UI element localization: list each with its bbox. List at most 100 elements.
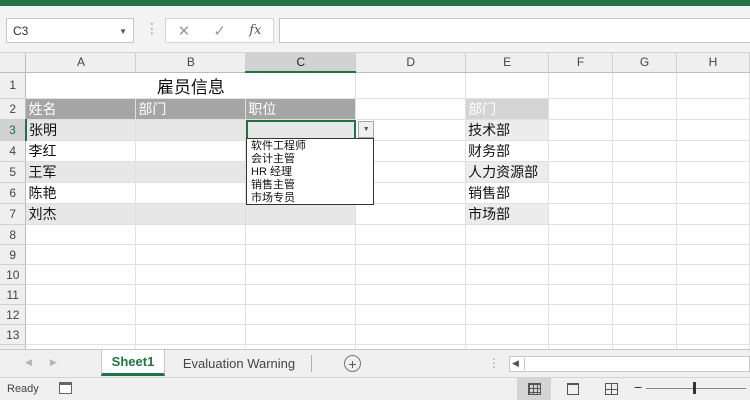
cell[interactable]	[25, 264, 137, 285]
cell[interactable]	[676, 203, 750, 225]
employee-name-cell[interactable]: 王军	[25, 161, 137, 183]
cell[interactable]	[548, 244, 614, 265]
tab-prev-icon[interactable]: ◀	[25, 357, 50, 367]
cell[interactable]	[245, 224, 357, 245]
cell[interactable]	[548, 182, 614, 204]
row-header[interactable]: 6	[0, 182, 27, 204]
worksheet-grid[interactable]: A B C D E F G H 1 雇员信息 2 姓名 部门 职位 部门 3 张…	[0, 53, 750, 349]
cell[interactable]	[135, 304, 247, 325]
department-cell[interactable]	[135, 140, 247, 162]
header-name[interactable]: 姓名	[25, 98, 137, 120]
cell[interactable]	[548, 304, 614, 325]
cell[interactable]	[676, 98, 750, 120]
dropdown-option[interactable]: 软件工程师	[251, 140, 369, 153]
formula-input[interactable]	[279, 18, 750, 43]
cell[interactable]	[355, 264, 467, 285]
cell[interactable]	[548, 284, 614, 305]
cell[interactable]	[676, 264, 750, 285]
cell[interactable]	[135, 264, 247, 285]
cell[interactable]	[548, 203, 614, 225]
cell[interactable]	[548, 264, 614, 285]
grip-dots-icon[interactable]: ⋮	[488, 356, 500, 370]
column-header-d[interactable]: D	[355, 53, 467, 73]
row-header[interactable]: 2	[0, 98, 27, 120]
employee-name-cell[interactable]: 刘杰	[25, 203, 137, 225]
row-header[interactable]: 11	[0, 284, 27, 305]
department-cell[interactable]	[135, 119, 247, 141]
dropdown-option[interactable]: 会计主管	[251, 153, 369, 166]
cell[interactable]	[676, 182, 750, 204]
header-position[interactable]: 职位	[245, 98, 357, 120]
cell[interactable]	[25, 304, 137, 325]
tab-evaluation-warning[interactable]: Evaluation Warning	[168, 350, 310, 376]
row-header[interactable]: 7	[0, 203, 27, 225]
row-header[interactable]: 5	[0, 161, 27, 183]
cell[interactable]	[612, 203, 677, 225]
cell[interactable]	[355, 98, 467, 120]
cell[interactable]	[548, 98, 614, 120]
department-cell[interactable]	[135, 161, 247, 183]
cell[interactable]	[676, 72, 750, 99]
zoom-slider-thumb[interactable]	[693, 382, 696, 394]
zoom-slider-track[interactable]	[646, 388, 746, 389]
cell[interactable]	[612, 182, 677, 204]
cell[interactable]	[612, 244, 677, 265]
cell[interactable]	[245, 284, 357, 305]
cell[interactable]	[612, 264, 677, 285]
page-layout-view-button[interactable]	[556, 378, 590, 400]
cell[interactable]	[245, 324, 357, 345]
cell[interactable]	[245, 304, 357, 325]
cell[interactable]	[548, 140, 614, 162]
cell[interactable]	[355, 224, 467, 245]
column-header-h[interactable]: H	[676, 53, 750, 73]
select-all-corner[interactable]	[0, 53, 27, 73]
normal-view-button[interactable]	[517, 378, 551, 400]
zoom-out-icon[interactable]: −	[634, 379, 642, 395]
add-sheet-icon[interactable]: +	[344, 355, 361, 372]
cell[interactable]	[25, 224, 137, 245]
row-header[interactable]: 10	[0, 264, 27, 285]
cell[interactable]	[465, 324, 550, 345]
cell[interactable]	[465, 284, 550, 305]
column-header-a[interactable]: A	[25, 53, 137, 73]
name-box[interactable]: C3 ▼	[6, 18, 134, 43]
cell[interactable]	[245, 244, 357, 265]
column-header-f[interactable]: F	[548, 53, 614, 73]
page-break-view-button[interactable]	[594, 378, 628, 400]
dropdown-option[interactable]: HR 经理	[251, 166, 369, 179]
position-cell[interactable]	[245, 203, 357, 225]
cell[interactable]	[548, 324, 614, 345]
cell[interactable]	[612, 98, 677, 120]
cell[interactable]	[548, 119, 614, 141]
row-header[interactable]: 9	[0, 244, 27, 265]
cell[interactable]	[676, 224, 750, 245]
dropdown-option[interactable]: 销售主管	[251, 179, 369, 192]
row-header[interactable]: 8	[0, 224, 27, 245]
sheet-title[interactable]: 雇员信息	[25, 72, 357, 99]
cell[interactable]	[465, 264, 550, 285]
cell[interactable]	[135, 224, 247, 245]
dept-list-item[interactable]: 人力资源部	[465, 161, 550, 183]
cell[interactable]	[355, 284, 467, 305]
cell[interactable]	[465, 72, 550, 99]
cell[interactable]	[612, 119, 677, 141]
macro-record-icon[interactable]	[59, 382, 72, 394]
cell[interactable]	[612, 304, 677, 325]
cell[interactable]	[245, 264, 357, 285]
cell[interactable]	[355, 72, 467, 99]
cell[interactable]	[355, 203, 467, 225]
cell[interactable]	[676, 304, 750, 325]
cell[interactable]	[676, 140, 750, 162]
insert-function-icon[interactable]: fx	[249, 23, 261, 38]
cell[interactable]	[612, 224, 677, 245]
cell[interactable]	[465, 244, 550, 265]
cell[interactable]	[612, 72, 677, 99]
validation-dropdown-button[interactable]: ▼	[358, 121, 375, 138]
column-header-e[interactable]: E	[465, 53, 550, 73]
tab-sheet1[interactable]: Sheet1	[101, 350, 165, 376]
column-header-g[interactable]: G	[612, 53, 677, 73]
check-icon[interactable]: ✓	[213, 22, 226, 40]
column-header-c[interactable]: C	[245, 53, 357, 73]
dropdown-option[interactable]: 市场专员	[251, 192, 369, 205]
cell[interactable]	[676, 244, 750, 265]
